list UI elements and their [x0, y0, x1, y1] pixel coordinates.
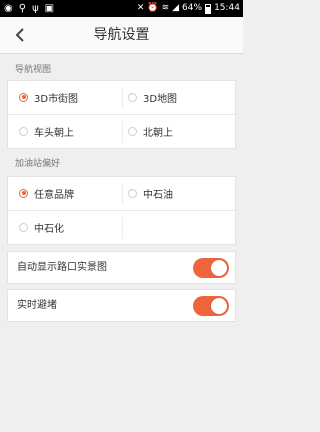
option-label: 车头朝上: [34, 127, 74, 139]
radio-button: [128, 126, 137, 136]
radio-option-heading-up[interactable]: 车头朝上: [19, 121, 74, 141]
radio-button: [19, 92, 28, 102]
status-bar: ◉ ⚲ ψ ▣ ✕ ⏰ ≋ ◢ 64% 15:44: [0, 0, 243, 17]
radio-button: [19, 222, 28, 232]
divider: [8, 210, 235, 211]
radio-option-3d-map[interactable]: 3D地图: [128, 87, 177, 107]
radio-option-any-brand[interactable]: 任意品牌: [19, 183, 74, 203]
option-label: 3D市街图: [34, 93, 79, 105]
radio-option-3d-street[interactable]: 3D市街图: [19, 87, 78, 107]
image-icon: ▣: [44, 3, 55, 14]
radio-option-petrochina[interactable]: 中石油: [128, 183, 173, 203]
toggle-row-junction-view: 自动显示路口实景图: [7, 251, 236, 284]
battery-percent: 64%: [182, 3, 203, 13]
toggle-label: 自动显示路口实景图: [17, 262, 107, 273]
page-title: 导航设置: [93, 27, 150, 43]
toggle-row-realtime-avoid-congestion: 实时避堵: [7, 289, 236, 322]
radio-button: [128, 92, 137, 102]
notification-icon: ◉: [4, 3, 13, 14]
switch-knob: [210, 259, 228, 277]
battery-icon: [205, 3, 212, 14]
switch-knob: [210, 297, 228, 315]
section-title-nav-view: 导航视图: [15, 65, 52, 75]
option-label: 北朝上: [143, 127, 173, 139]
title-bar: 导航设置: [0, 17, 243, 54]
option-label: 中石化: [34, 223, 64, 235]
realtime-avoid-switch[interactable]: [193, 296, 229, 316]
gas-pref-card: 任意品牌 中石油 中石化: [7, 176, 236, 245]
signal-icon: ◢: [172, 3, 180, 13]
location-icon: ⚲: [18, 3, 27, 14]
radio-option-sinopec[interactable]: 中石化: [19, 217, 64, 237]
divider: [8, 114, 235, 115]
nav-view-card: 3D市街图 3D地图 车头朝上 北朝上: [7, 80, 236, 149]
mute-icon: ✕: [136, 3, 145, 13]
junction-view-switch[interactable]: [193, 258, 229, 278]
wifi-hotspot-icon: ψ: [32, 3, 39, 14]
section-title-gas-pref: 加油站偏好: [15, 159, 61, 169]
option-label: 任意品牌: [34, 189, 74, 201]
radio-button: [128, 188, 137, 198]
clock: 15:44: [214, 3, 240, 13]
option-label: 3D地图: [143, 93, 178, 105]
toggle-label: 实时避堵: [17, 300, 57, 311]
radio-button: [19, 188, 28, 198]
radio-button: [19, 126, 28, 136]
wifi-icon: ≋: [161, 3, 170, 13]
option-label: 中石油: [143, 189, 173, 201]
alarm-icon: ⏰: [147, 3, 159, 13]
radio-option-north-up[interactable]: 北朝上: [128, 121, 173, 141]
